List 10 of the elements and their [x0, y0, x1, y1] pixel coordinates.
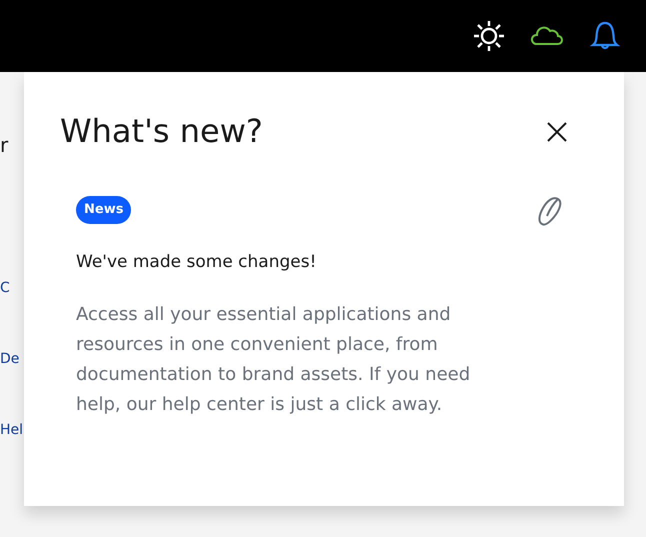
page-heading-text: r — [0, 132, 10, 159]
theme-icon[interactable] — [472, 19, 506, 53]
sidebar-link[interactable]: De — [0, 349, 24, 370]
news-tag: News — [76, 196, 132, 224]
news-body-text: Access all your essential applications and resources in one convenient place, from documentation to brand assets. If you need help, our help center is just a click away. — [76, 302, 472, 417]
panel-title: What's new? — [60, 112, 263, 150]
paperclip-icon[interactable] — [536, 196, 564, 228]
sidebar-link[interactable]: Hel — [0, 420, 24, 441]
sidebar-link[interactable]: C — [0, 278, 24, 299]
news-heading: We've made some changes! — [76, 251, 318, 274]
